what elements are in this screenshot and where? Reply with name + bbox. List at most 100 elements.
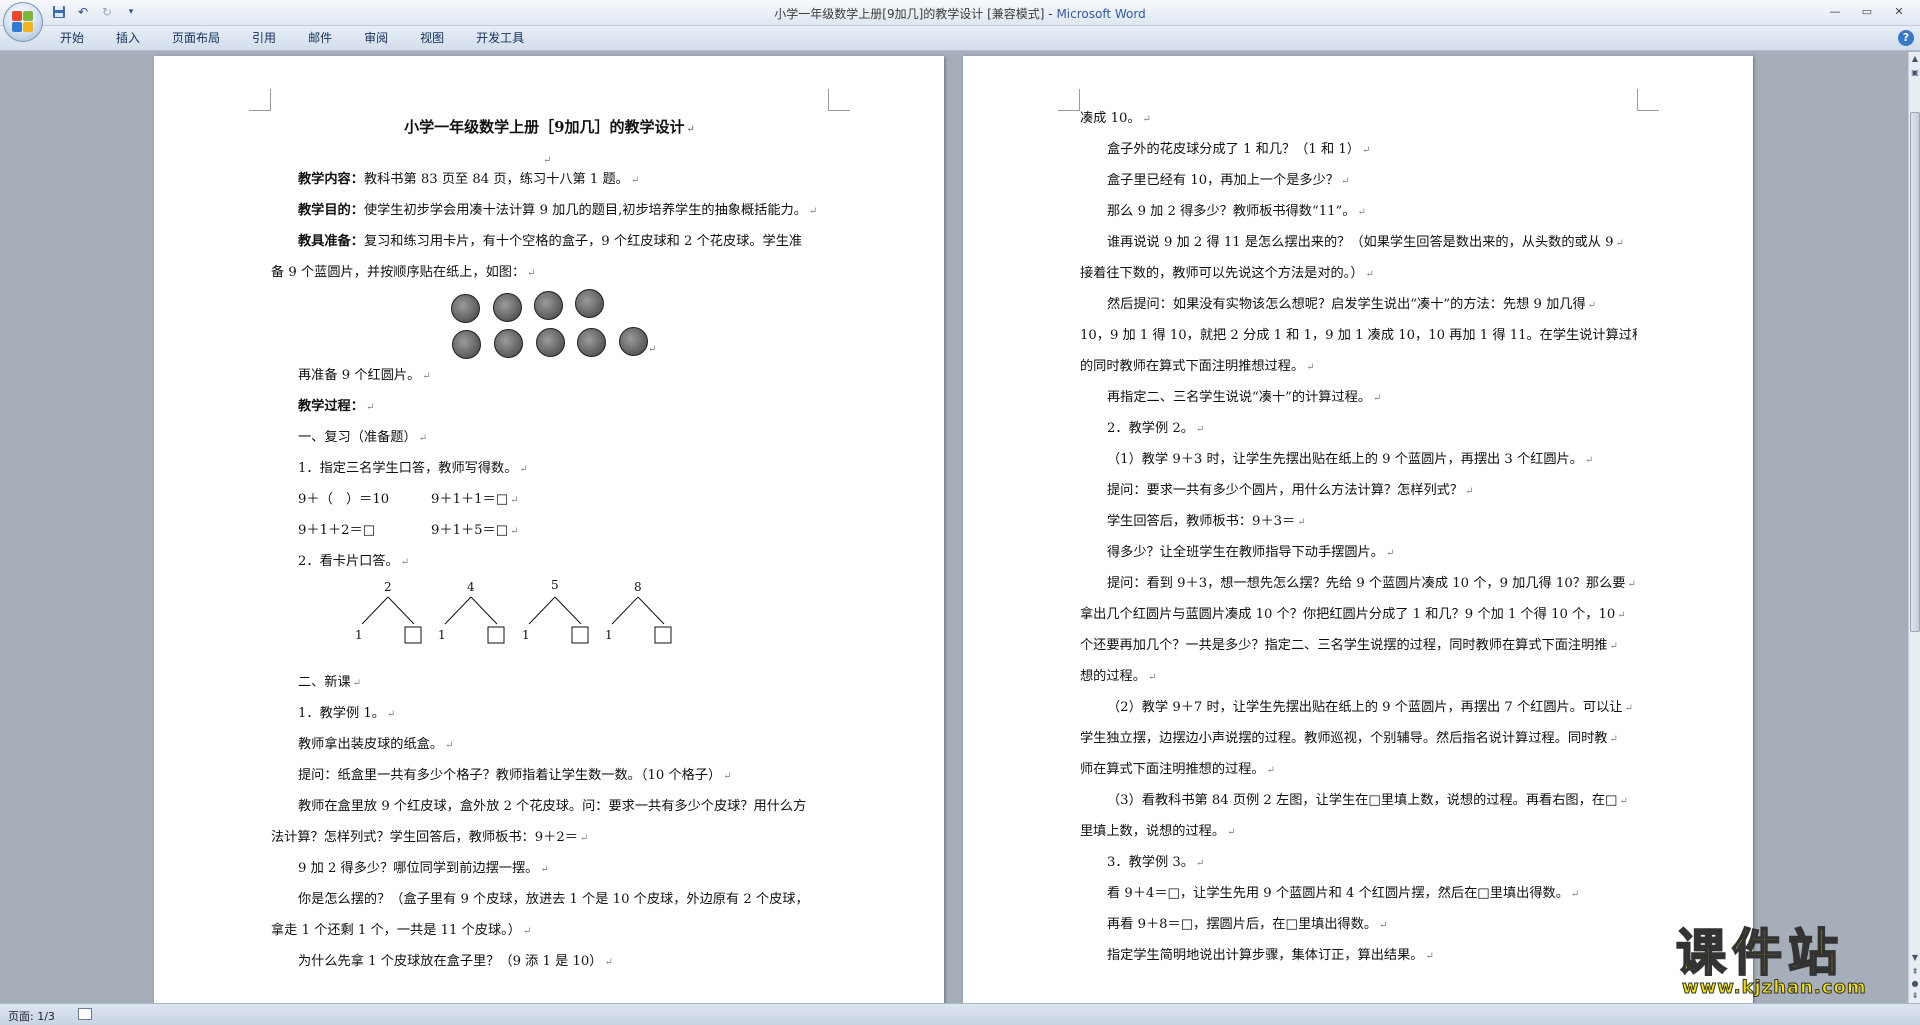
window-controls: — ▭ ✕ (1820, 2, 1914, 20)
answer-box (571, 626, 589, 644)
proofing-icon[interactable] (78, 1008, 92, 1020)
page-body[interactable]: 小学一年级数学上册［9加几］的教学设计 ↵ ↵ 教学内容：教科书第 83 页至 8… (271, 106, 828, 977)
answer-box (487, 626, 505, 644)
equation-text: 9＋1＋5＝□ (431, 523, 509, 538)
disc-icon (451, 294, 480, 323)
minimize-icon[interactable]: — (1820, 2, 1850, 20)
paragraph-text: 拿走 1 个还剩 1 个，一共是 11 个皮球。） (271, 923, 521, 938)
paragraph: 教学内容：教科书第 83 页至 84 页，练习十八第 1 题。 ↵ (298, 172, 640, 187)
ribbon-tab[interactable]: 审阅 (364, 30, 404, 46)
paragraph: 教师拿出装皮球的纸盒。 ↵ (298, 737, 454, 752)
paragraph-text: 2．教学例 2。 (1107, 421, 1194, 436)
answer-box (654, 626, 672, 644)
equation-row: 9＋（ ）＝10 9＋1＋1＝□ ↵ (271, 484, 828, 515)
paragraph-line: 拿出几个红圆片与蓝圆片凑成 10 个？你把红圆片分成了 1 和几？9 个加 1 … (1080, 607, 1626, 622)
label-text: 教具准备： (298, 234, 364, 249)
paragraph-line: 谁再说说 9 加 2 得 11 是怎么摆出来的？（如果学生回答是数出来的，从头数… (1107, 235, 1624, 250)
paragraph-text: 备 9 个蓝圆片，并按顺序贴在纸上，如图： (271, 265, 526, 280)
help-icon[interactable]: ? (1898, 30, 1914, 46)
ruler-toggle-icon[interactable]: ▣ (1910, 68, 1920, 78)
paragraph-line: 盒子里已经有 10，再加上一个是多少？ ↵ (1107, 173, 1350, 188)
disc-icon (577, 328, 606, 357)
split-card: 41 (438, 580, 505, 644)
paragraph-text: 指定学生简明地说出计算步骤，集体订正，算出结果。 (1107, 948, 1424, 963)
office-button[interactable] (3, 2, 43, 42)
split-cards-figure: 21415181 (271, 577, 828, 667)
paragraph-line: 那么 9 加 2 得多少？教师板书得数“11”。 ↵ (1107, 204, 1366, 219)
paragraph-line: 接着往下数的，教师可以先说这个方法是对的。） ↵ (1080, 266, 1374, 281)
disc-icon (494, 329, 523, 358)
select-browse-object-icon[interactable]: ● (1910, 979, 1920, 989)
paragraph-text: 的同时教师在算式下面注明推想过程。 (1080, 359, 1305, 374)
paragraph: 为什么先拿 1 个皮球放在盒子里？（9 添 1 是 10） ↵ (298, 954, 613, 969)
paragraph-text: 学生回答后，教师板书：9＋3＝ (1107, 514, 1296, 529)
word-window: ↶ ↻ ▾ 小学一年级数学上册[9加几]的教学设计 [兼容模式] - Micro… (0, 0, 1920, 1025)
document-workspace: 小学一年级数学上册［9加几］的教学设计 ↵ ↵ 教学内容：教科书第 83 页至 8… (0, 52, 1908, 1003)
card-left-number: 1 (355, 628, 363, 642)
document-heading: 小学一年级数学上册［9加几］的教学设计 ↵ (404, 118, 695, 136)
site-watermark-logo: 课件站 www.kjzhan.com (1675, 923, 1902, 999)
paragraph-text: 再指定二、三名学生说说“凑十”的计算过程。 (1107, 390, 1372, 405)
paragraph-text: 然后提问：如果没有实物该怎么想呢？启发学生说出“凑十”的方法：先想 9 加几得 (1107, 297, 1586, 312)
ribbon-tab[interactable]: 开发工具 (476, 30, 540, 46)
paragraph-text: 3．教学例 3。 (1107, 855, 1194, 870)
margin-corner-mark (249, 89, 271, 111)
paragraph-line: 想的过程。 ↵ (1080, 669, 1157, 684)
label-text: 教学内容： (298, 172, 364, 187)
paragraph-text: 提问：纸盒里一共有多少个格子？教师指着让学生数一数。（10 个格子） (298, 768, 722, 783)
paragraph-line: 再指定二、三名学生说说“凑十”的计算过程。 ↵ (1107, 390, 1382, 405)
paragraph: 备 9 个蓝圆片，并按顺序贴在纸上，如图： ↵ (271, 265, 536, 280)
scroll-down-icon[interactable]: ▼ (1910, 953, 1920, 963)
vertical-scrollbar[interactable]: ▲ ▣ ▼ ⇞ ● ⇟ (1908, 52, 1920, 1003)
page-body[interactable]: 凑成 10。 ↵ 盒子外的花皮球分成了 1 和几？（1 和 1） ↵ 盒子里已经有 10… (1080, 103, 1637, 971)
previous-page-icon[interactable]: ⇞ (1910, 967, 1920, 977)
paragraph-text: 拿出几个红圆片与蓝圆片凑成 10 个？你把红圆片分成了 1 和几？9 个加 1 … (1080, 607, 1616, 622)
card-top-number: 4 (467, 580, 475, 594)
split-card: 81 (605, 580, 672, 644)
scroll-up-icon[interactable]: ▲ (1910, 54, 1920, 64)
ribbon-tab[interactable]: 插入 (116, 30, 156, 46)
empty-paragraph: ↵ (543, 155, 552, 164)
section-label: 教学过程： (298, 399, 364, 414)
card-left-branch (361, 596, 389, 625)
watermark-url: www.kjzhan.com (1682, 977, 1867, 999)
page-1: 小学一年级数学上册［9加几］的教学设计 ↵ ↵ 教学内容：教科书第 83 页至 8… (154, 56, 944, 1003)
close-icon[interactable]: ✕ (1884, 2, 1914, 20)
paragraph-line: 的同时教师在算式下面注明推想过程。 ↵ (1080, 359, 1315, 374)
paragraph-line: 学生独立摆，边摆边小声说摆的过程。教师巡视，个别辅导。然后指名说计算过程。同时教… (1080, 731, 1618, 746)
maximize-icon[interactable]: ▭ (1852, 2, 1882, 20)
paragraph-text: 再看 9＋8＝□，摆圆片后，在□里填出得数。 (1107, 917, 1378, 932)
ribbon-tab[interactable]: 开始 (60, 30, 100, 46)
paragraph-text: 10，9 加 1 得 10，就把 2 分成 1 和 1，9 加 1 凑成 10，… (1080, 328, 1637, 343)
card-left-branch (444, 596, 472, 625)
scroll-thumb[interactable] (1910, 112, 1920, 632)
paragraph-line: 学生回答后，教师板书：9＋3＝ ↵ (1107, 514, 1306, 529)
ribbon-tab[interactable]: 引用 (252, 30, 292, 46)
disc-icon (452, 330, 481, 359)
page-indicator[interactable]: 页面: 1/3 (8, 1008, 55, 1024)
paragraph: 教学目的：使学生初步学会用凑十法计算 9 加几的题目,初步培养学生的抽象概括能力… (298, 203, 818, 218)
margin-corner-mark (1058, 89, 1080, 111)
paragraph-text: 你是怎么摆的？（盒子里有 9 个皮球，放进去 1 个是 10 个皮球，外边原有 … (298, 892, 809, 907)
equation-text: 9＋1＋1＝□ (431, 492, 509, 507)
card-right-branch (554, 596, 582, 625)
paragraph-text: 再准备 9 个红圆片。 (298, 368, 421, 383)
paragraph-text: 教科书第 83 页至 84 页，练习十八第 1 题。 (363, 172, 629, 187)
card-left-branch (611, 596, 639, 625)
margin-corner-mark (1637, 89, 1659, 111)
paragraph-text: 个还要再加几个？一共是多少？指定二、三名学生说摆的过程，同时教师在算式下面注明推 (1080, 638, 1608, 653)
next-page-icon[interactable]: ⇟ (1910, 991, 1920, 1001)
ribbon-tab[interactable]: 页面布局 (172, 30, 236, 46)
paragraph-line: 10，9 加 1 得 10，就把 2 分成 1 和 1，9 加 1 凑成 10，… (1080, 320, 1637, 351)
ribbon-tab[interactable]: 邮件 (308, 30, 348, 46)
watermark-title: 课件站 (1675, 923, 1844, 982)
paragraph-text: 复习和练习用卡片，有十个空格的盒子，9 个红皮球和 2 个花皮球。学生准 (363, 234, 803, 249)
window-title: 小学一年级数学上册[9加几]的教学设计 [兼容模式] - Microsoft W… (0, 5, 1920, 22)
paragraph: 二、新课 ↵ (298, 675, 362, 690)
card-top-number: 8 (634, 580, 642, 594)
paragraph-line: 看 9＋4＝□，让学生先用 9 个蓝圆片和 4 个红圆片摆，然后在□里填出得数。… (1107, 886, 1580, 901)
ribbon-tab[interactable]: 视图 (420, 30, 460, 46)
paragraph-text: （1）教学 9＋3 时，让学生先摆出贴在纸上的 9 个蓝圆片，再摆出 3 个红圆… (1107, 452, 1583, 467)
equation-text: 9＋（ ）＝10 (298, 492, 390, 507)
card-left-number: 1 (605, 628, 613, 642)
